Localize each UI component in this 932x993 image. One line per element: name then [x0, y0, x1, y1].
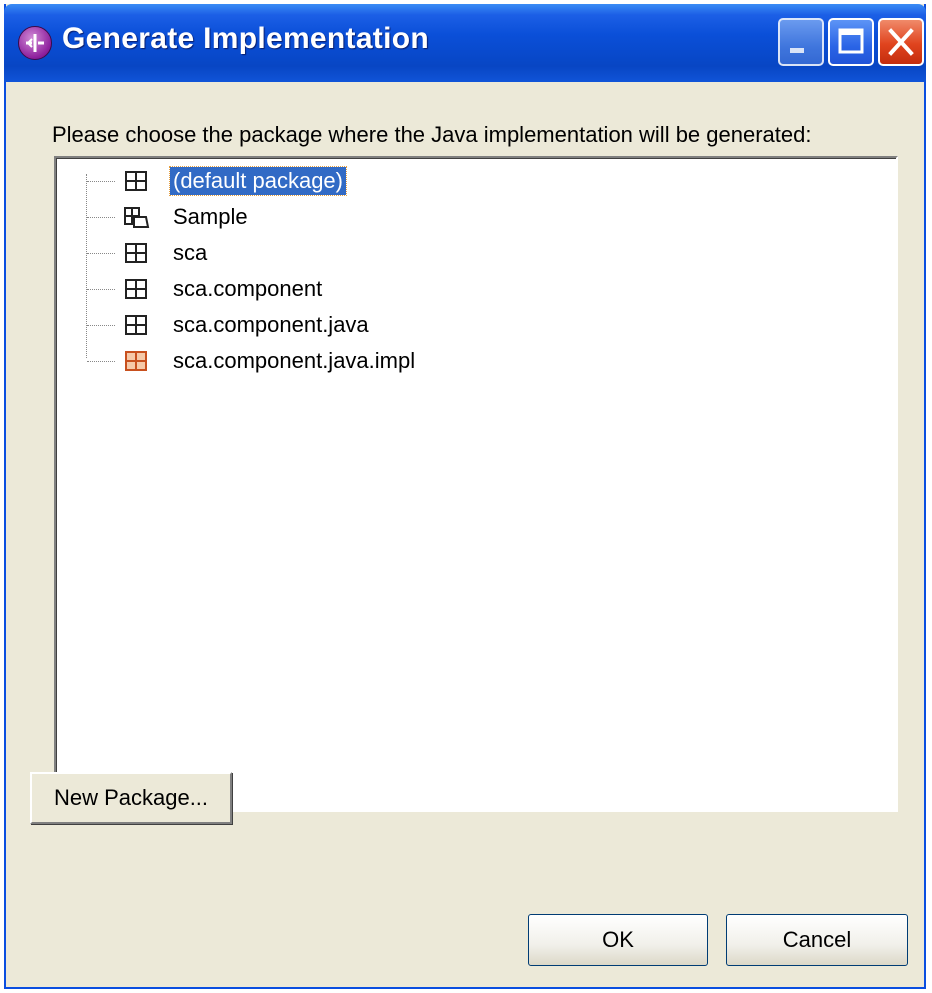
tree-item-sca-component-java[interactable]: sca.component.java [56, 308, 896, 342]
component-icon [18, 26, 52, 60]
new-package-button[interactable]: New Package... [30, 772, 232, 824]
tree-item-label: sca.component [173, 276, 323, 301]
maximize-button[interactable] [828, 18, 874, 66]
tree-branch-line [87, 181, 115, 182]
tree-item-sample[interactable]: Sample [56, 200, 896, 234]
dialog-content: Please choose the package where the Java… [6, 82, 924, 987]
title-bar[interactable]: Generate Implementation [4, 4, 926, 82]
package-icon [125, 315, 147, 335]
tree-branch-line [87, 217, 115, 218]
tree-branch-line [87, 253, 115, 254]
tree-item-label: (default package) [169, 166, 347, 196]
tree-branch-line [87, 289, 115, 290]
package-icon [125, 171, 147, 191]
cancel-button[interactable]: Cancel [726, 914, 908, 966]
package-icon [125, 279, 147, 299]
maximize-icon [838, 28, 864, 54]
close-button[interactable] [878, 18, 924, 66]
dialog-window: Generate Implementation Please choose th… [4, 4, 926, 989]
minimize-icon [790, 48, 804, 53]
window-title: Generate Implementation [62, 22, 429, 55]
package-icon [125, 243, 147, 263]
tree-item-label: sca.component.java.impl [173, 348, 416, 373]
minimize-button[interactable] [778, 18, 824, 66]
tree-item-sca-component-java-impl[interactable]: sca.component.java.impl [56, 344, 896, 378]
package-highlight-icon [125, 351, 147, 371]
ok-button[interactable]: OK [528, 914, 708, 966]
tree-item-label: sca [173, 240, 208, 265]
instruction-text: Please choose the package where the Java… [52, 122, 812, 147]
tree-branch-line [87, 325, 115, 326]
tree-item-label: Sample [173, 204, 248, 229]
close-icon [888, 28, 914, 56]
package-folder-icon [124, 207, 150, 228]
tree-item-sca-component[interactable]: sca.component [56, 272, 896, 306]
tree-branch-line [87, 361, 115, 362]
tree-item-default-package[interactable]: (default package) [56, 164, 896, 198]
package-tree[interactable]: (default package) Sample sca sca.compone… [54, 156, 898, 812]
tree-item-label: sca.component.java [173, 312, 369, 337]
tree-item-sca[interactable]: sca [56, 236, 896, 270]
